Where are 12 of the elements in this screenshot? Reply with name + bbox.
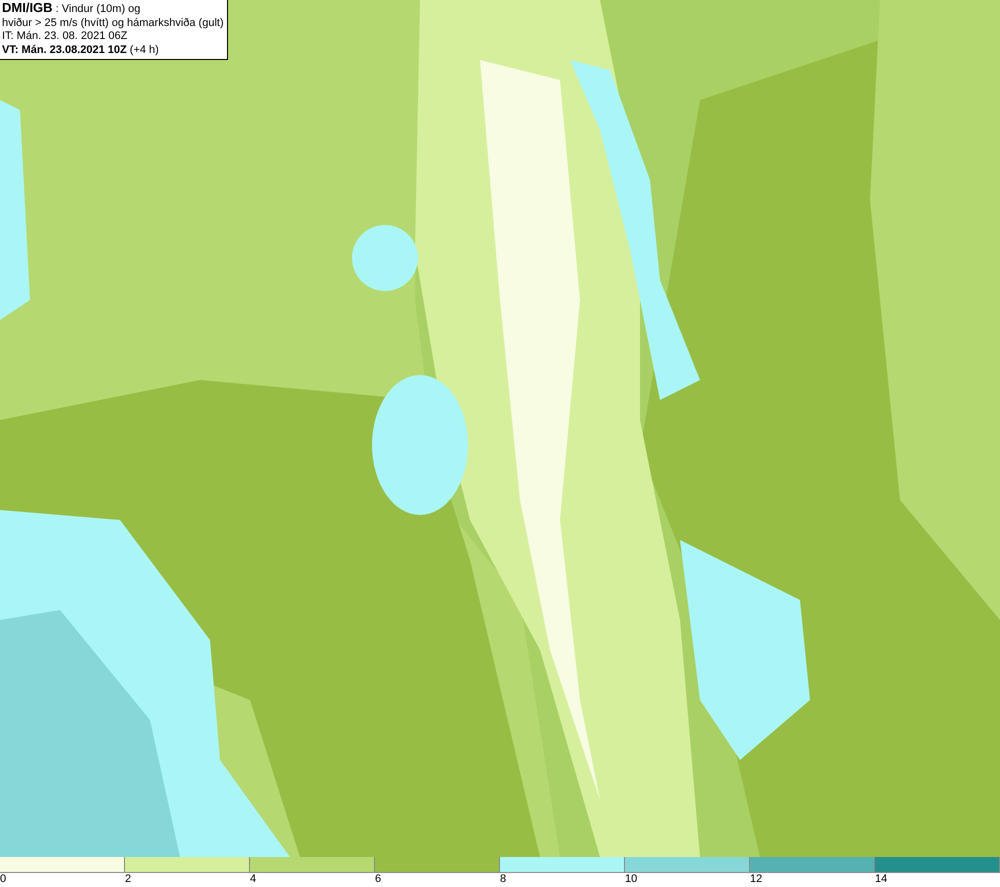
legend-label: 12 (750, 873, 762, 886)
info-text: DMI/IGB : Vindur (10m) og (2, 1, 142, 16)
info-text: VT: Mán. 23.08.2021 10Z (+4 h) (2, 44, 160, 57)
legend-label: 2 (125, 873, 132, 886)
legend-label: 10 (625, 873, 638, 886)
info-text: IT: Mán. 23. 08. 2021 06Z (2, 30, 128, 44)
legend-label: 8 (500, 873, 506, 886)
legend-label: 0 (0, 873, 6, 886)
legend-label: 6 (375, 873, 382, 886)
info-text: hviður > 25 m/s (hvítt) og hámarkshviða (gult) (2, 16, 224, 30)
legend-label: 4 (250, 873, 256, 886)
legend-label: 14 (875, 873, 888, 886)
